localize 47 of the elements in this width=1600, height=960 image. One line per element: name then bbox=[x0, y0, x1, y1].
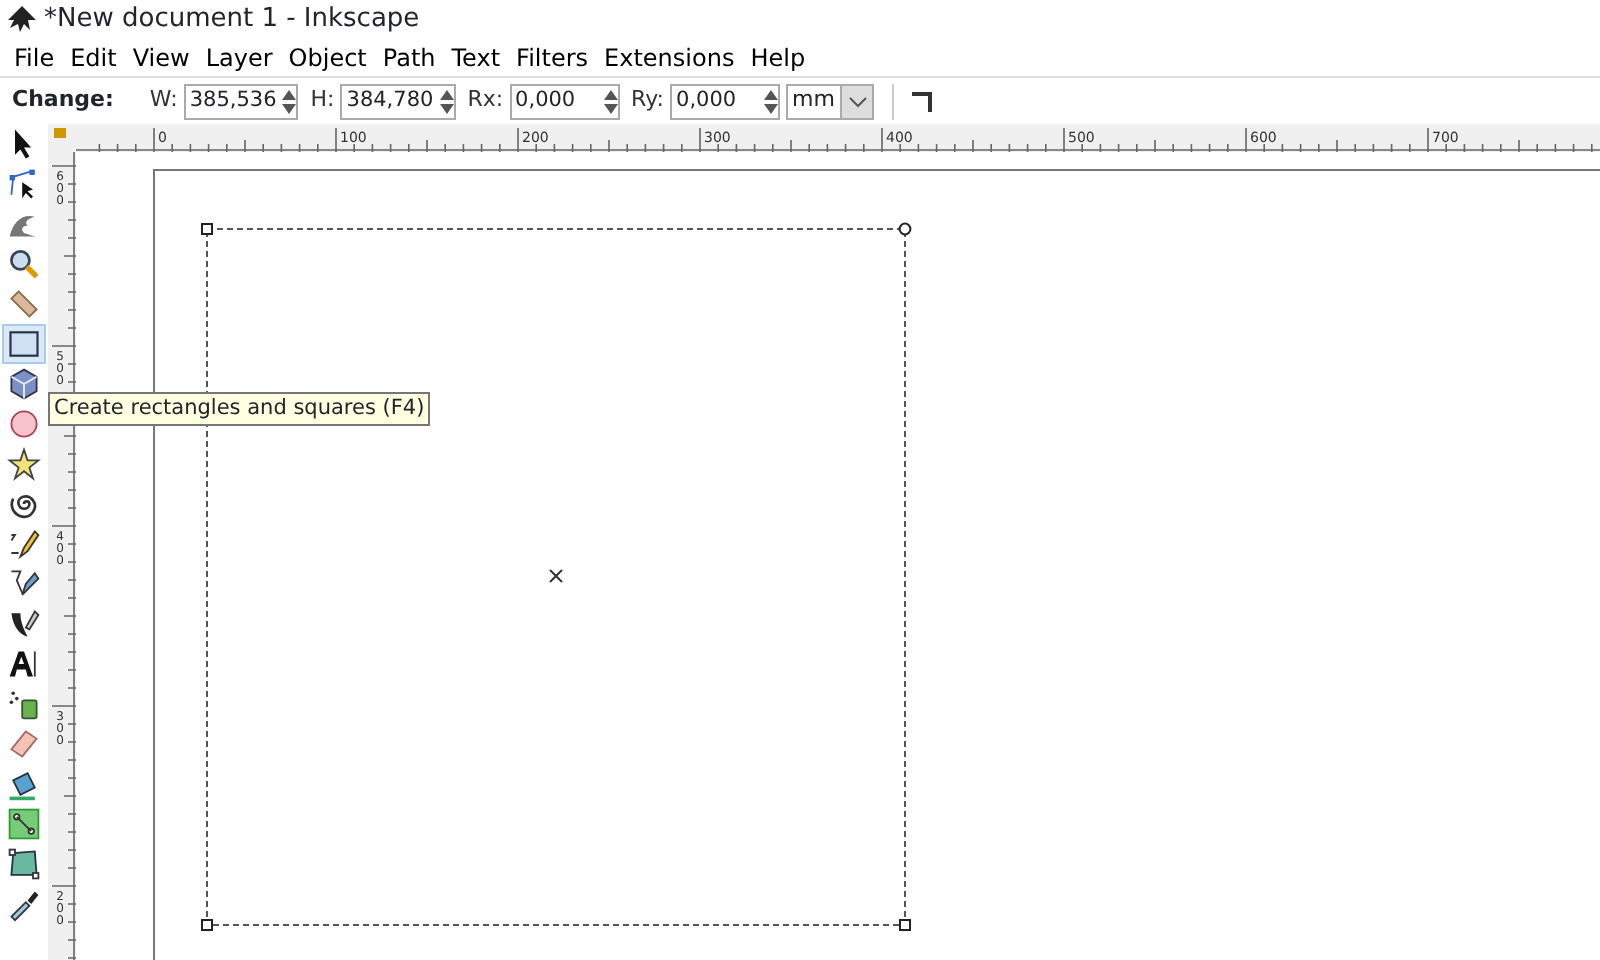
rectangle-icon bbox=[6, 326, 42, 362]
spin-field[interactable]: 385,536 bbox=[183, 83, 299, 119]
menu-item[interactable]: Extensions bbox=[596, 40, 743, 76]
field-label: Ry: bbox=[631, 84, 665, 117]
menu-item[interactable]: Path bbox=[374, 40, 444, 76]
lock-icon bbox=[54, 128, 66, 138]
menu-item[interactable]: Filters bbox=[508, 40, 597, 76]
window-title: *New document 1 - Inkscape bbox=[44, 2, 420, 39]
circle-icon bbox=[6, 406, 42, 442]
field-label: Rx: bbox=[467, 84, 504, 117]
magnifier-icon bbox=[6, 246, 42, 282]
spray-can-icon bbox=[6, 686, 42, 722]
field-label: W: bbox=[149, 84, 178, 117]
menu-item[interactable]: View bbox=[124, 40, 198, 76]
gradient-icon bbox=[6, 806, 42, 842]
paint-bucket-icon bbox=[6, 766, 42, 802]
ruler-icon bbox=[6, 286, 42, 322]
spin-field[interactable]: 0,000 bbox=[509, 83, 620, 119]
menu-item[interactable]: Layer bbox=[197, 40, 281, 76]
corner-icon[interactable] bbox=[912, 91, 933, 111]
field-label: H: bbox=[310, 84, 335, 117]
pencil-icon bbox=[6, 526, 42, 562]
menu-item[interactable]: File bbox=[6, 40, 63, 76]
spinner-arrows-icon[interactable] bbox=[439, 87, 454, 115]
menu-item[interactable]: Object bbox=[280, 40, 375, 76]
eraser-icon bbox=[6, 726, 42, 762]
menu-item[interactable]: Text bbox=[443, 40, 509, 76]
cube-icon bbox=[6, 366, 42, 402]
center-cross-icon bbox=[549, 569, 563, 583]
tool-button[interactable] bbox=[2, 324, 46, 364]
letter-a-icon bbox=[6, 646, 42, 682]
spin-field[interactable]: 384,780 bbox=[340, 83, 456, 119]
spin-field[interactable]: 0,000 bbox=[670, 83, 781, 119]
unit-dropdown[interactable]: mm bbox=[786, 83, 875, 119]
spinner-arrows-icon[interactable] bbox=[282, 87, 297, 115]
menu-item[interactable]: Help bbox=[742, 40, 814, 76]
app-logo-icon bbox=[6, 6, 38, 34]
menu-item[interactable]: Edit bbox=[62, 40, 125, 76]
dropper-icon bbox=[6, 886, 42, 922]
brush-icon bbox=[6, 606, 42, 642]
toolbar-label: Change: bbox=[12, 84, 114, 117]
mesh-icon bbox=[6, 846, 42, 882]
tooltip: Create rectangles and squares (F4) bbox=[48, 392, 431, 426]
star-icon bbox=[6, 446, 42, 482]
spinner-arrows-icon[interactable] bbox=[764, 87, 779, 115]
spinner-arrows-icon[interactable] bbox=[603, 87, 618, 115]
tool-button[interactable] bbox=[2, 444, 46, 484]
